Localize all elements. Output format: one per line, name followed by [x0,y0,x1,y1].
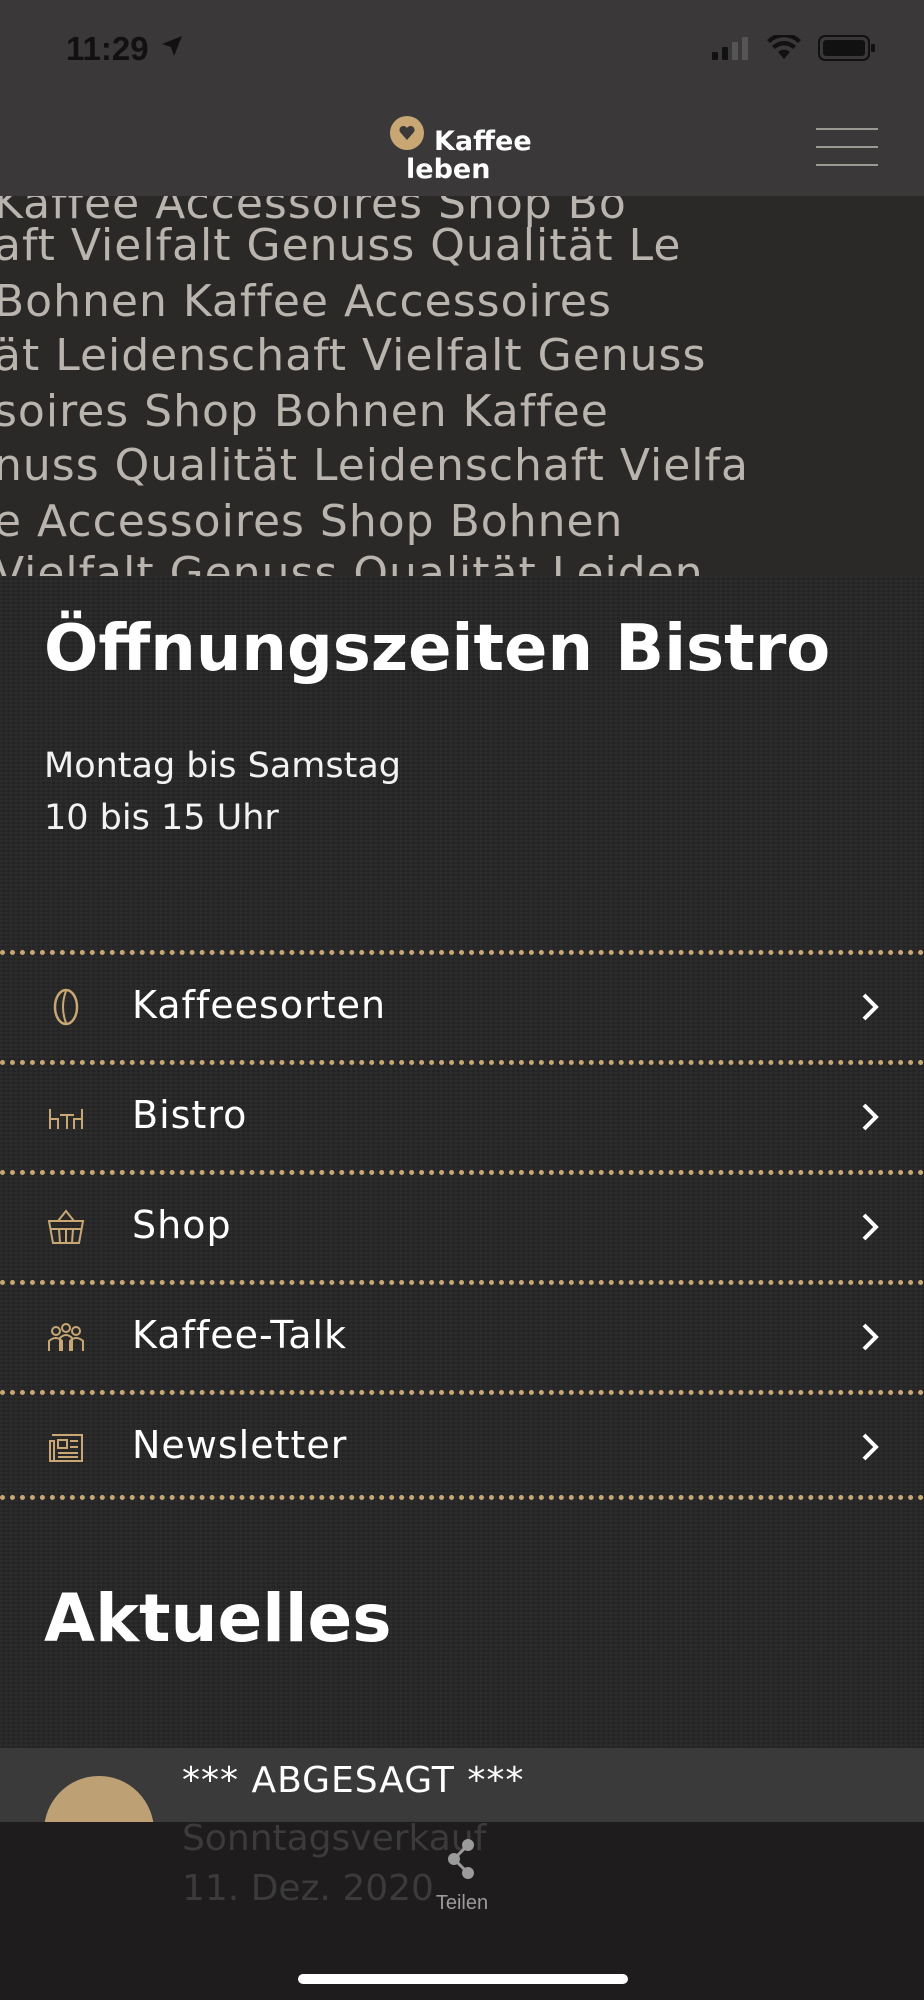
menu-item-label: Bistro [132,1093,248,1137]
news-item-title: *** ABGESAGT *** [182,1760,525,1801]
heart-logo-icon [390,116,424,150]
kaffee-leben-logo[interactable]: Kaffee leben [390,112,540,185]
share-icon [448,1839,474,1879]
chevron-right-icon [862,1433,879,1461]
status-time: 11:29 [66,30,149,67]
pattern-row: nuss Qualität Leidenschaft Vielfa [0,440,749,491]
menu-item-label: Newsletter [132,1423,348,1467]
location-arrow-icon [162,36,182,56]
pattern-row: soires Shop Bohnen Kaffee [0,386,609,437]
menu-item-kaffeesorten[interactable]: Kaffeesorten [0,950,924,1060]
menu-item-label: Kaffeesorten [132,983,387,1027]
share-label: Teilen [435,1892,489,1914]
main-content: Öffnungszeiten Bistro Montag bis Samstag… [0,576,924,1822]
share-button[interactable]: Teilen [422,1838,502,1918]
opening-hours-title: Öffnungszeiten Bistro [44,612,831,686]
menu-list: Kaffeesorten Bistro Shop Kaffee-Talk New… [0,950,924,1500]
opening-hours-time: 10 bis 15 Uhr [44,798,279,838]
bistro-table-icon [49,1109,83,1129]
wifi-icon [767,35,801,59]
menu-item-newsletter[interactable]: Newsletter [0,1390,924,1500]
menu-item-bistro[interactable]: Bistro [0,1060,924,1170]
menu-item-shop[interactable]: Shop [0,1170,924,1280]
word-pattern-banner: Kaffee Accessoires Shop Bo aft Vielfalt … [0,196,924,576]
pattern-row: e Accessoires Shop Bohnen [0,496,624,547]
coffee-bean-icon [53,988,79,1026]
pattern-row: aft Vielfalt Genuss Qualität Le [0,220,682,271]
menu-item-label: Shop [132,1203,232,1247]
battery-icon [818,35,875,61]
status-icons [710,34,876,62]
people-icon [48,1323,84,1351]
bottom-tab-bar: Sonntagsverkauf 11. Dez. 2020 Teilen [0,1818,924,2000]
basket-icon [47,1209,85,1244]
chevron-right-icon [862,1213,879,1241]
news-card[interactable]: *** ABGESAGT *** [0,1748,924,1822]
news-item-date: 11. Dez. 2020 [182,1868,434,1909]
logo-line2: leben [406,154,491,185]
menu-item-kaffee-talk[interactable]: Kaffee-Talk [0,1280,924,1390]
chevron-right-icon [862,1103,879,1131]
signal-icon [712,37,748,60]
menu-item-label: Kaffee-Talk [132,1313,348,1357]
hamburger-menu-icon[interactable] [816,126,880,170]
pattern-row: ät Leidenschaft Vielfalt Genuss [0,330,707,381]
top-bar: 11:29 Kaffee leben [0,0,924,196]
logo-line1: Kaffee [434,126,532,157]
chevron-right-icon [862,993,879,1021]
pattern-row: Vielfalt Genuss Qualität Leiden [0,548,704,576]
newspaper-icon [49,1434,83,1462]
home-indicator[interactable] [298,1974,628,1984]
news-avatar [44,1776,154,1822]
pattern-row: Bohnen Kaffee Accessoires [0,276,612,327]
opening-hours-days: Montag bis Samstag [44,746,401,786]
chevron-right-icon [862,1323,879,1351]
news-section-title: Aktuelles [44,1580,392,1657]
